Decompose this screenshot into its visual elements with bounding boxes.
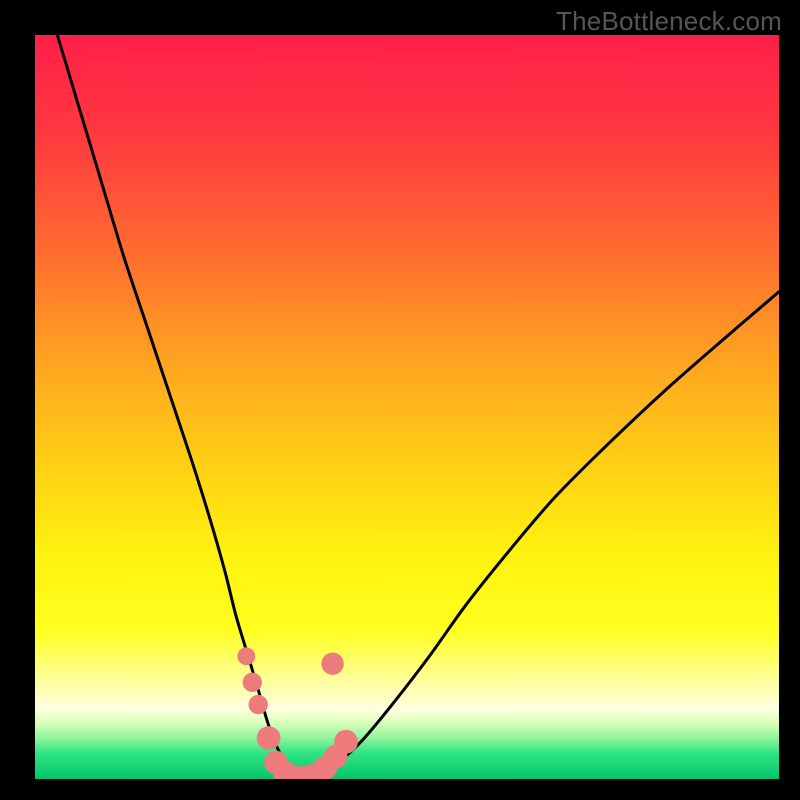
data-marker: [249, 695, 268, 714]
data-marker: [237, 647, 255, 665]
data-marker: [321, 653, 343, 675]
data-markers: [35, 35, 779, 779]
chart-frame: TheBottleneck.com: [0, 0, 800, 800]
plot-area: [35, 35, 779, 779]
data-marker: [257, 726, 281, 750]
data-marker: [243, 673, 262, 692]
data-marker: [334, 730, 358, 754]
watermark-text: TheBottleneck.com: [556, 6, 782, 37]
